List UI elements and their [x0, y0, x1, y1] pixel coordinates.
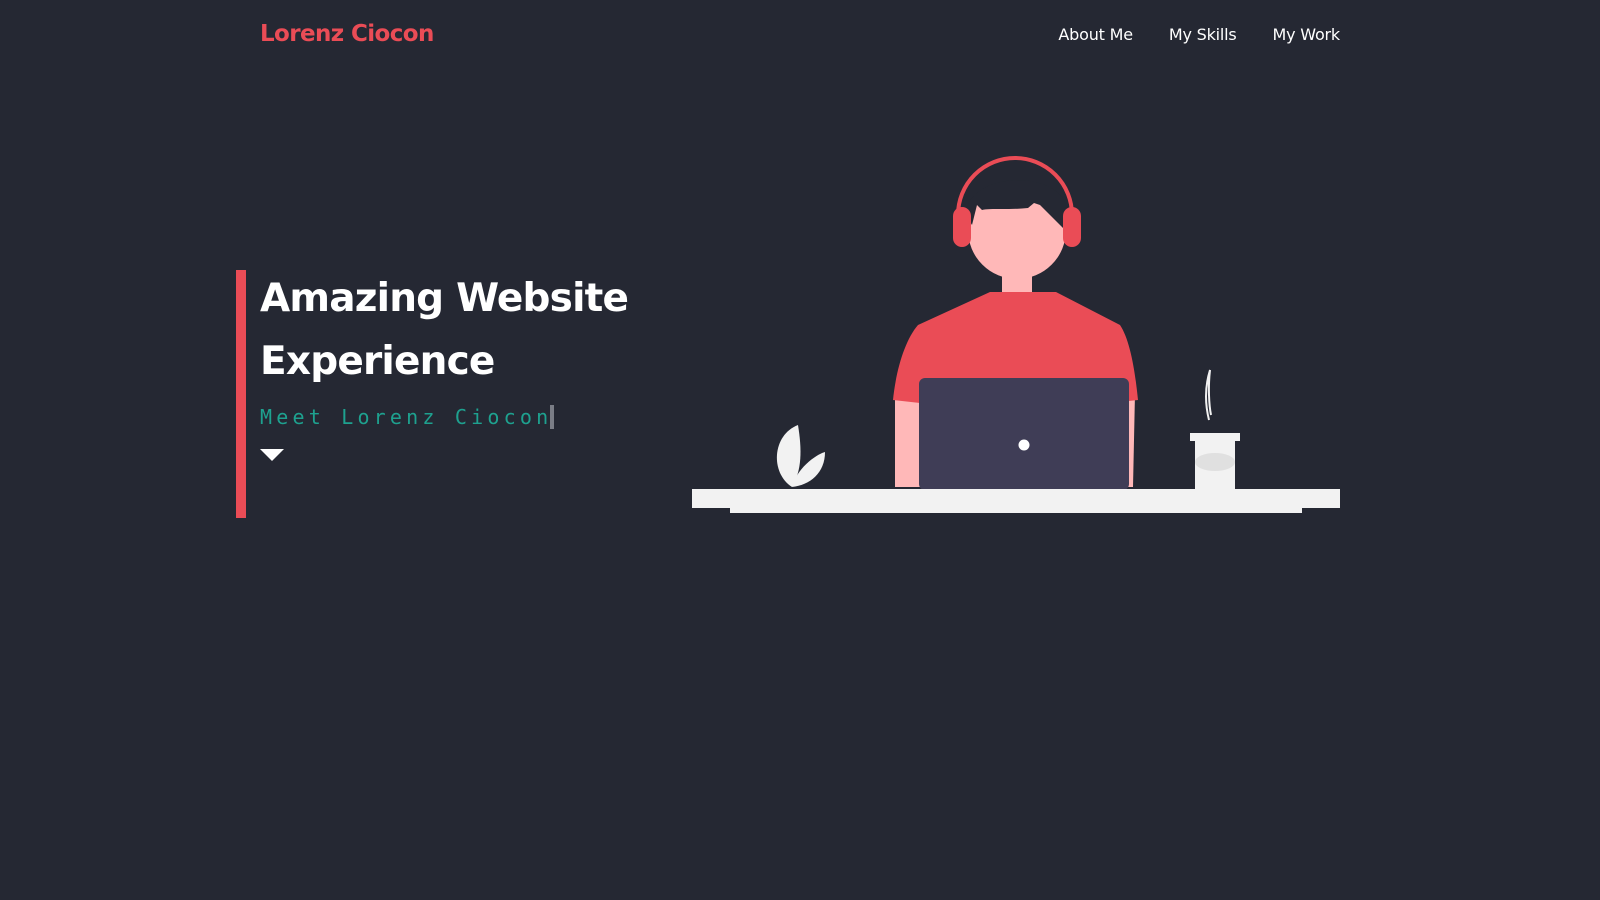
site-logo[interactable]: Lorenz Ciocon — [260, 21, 434, 47]
laptop — [919, 378, 1129, 490]
hero-section: Amazing Website Experience Meet Lorenz C… — [236, 270, 656, 518]
triangle-down-icon[interactable] — [260, 449, 284, 461]
nav-link-my-skills[interactable]: My Skills — [1169, 25, 1237, 44]
hero-title: Amazing Website Experience — [260, 267, 629, 393]
steam — [1205, 369, 1212, 421]
page: Lorenz Ciocon About Me My Skills My Work… — [0, 0, 1600, 900]
hero-title-line-1: Amazing Website — [260, 276, 629, 321]
left-earcup — [953, 207, 971, 247]
nav-link-my-work[interactable]: My Work — [1273, 25, 1341, 44]
nav-link-about-me[interactable]: About Me — [1058, 25, 1133, 44]
desk-lip — [730, 507, 1302, 513]
nav-links: About Me My Skills My Work — [1058, 25, 1340, 44]
hero-title-line-2: Experience — [260, 339, 495, 384]
caret-icon — [550, 405, 555, 429]
hero-content: Amazing Website Experience Meet Lorenz C… — [260, 267, 629, 461]
cup-lid — [1190, 433, 1240, 441]
laptop-logo — [1018, 439, 1030, 451]
right-earcup — [1063, 207, 1081, 247]
navbar: Lorenz Ciocon About Me My Skills My Work — [260, 14, 1340, 54]
typed-text: Meet Lorenz Ciocon — [260, 405, 553, 429]
left-arm — [895, 393, 920, 487]
hero-subtitle: Meet Lorenz Ciocon — [260, 405, 628, 429]
developer-illustration — [692, 156, 1340, 513]
desk-top — [692, 489, 1340, 508]
cup-band — [1195, 453, 1235, 471]
